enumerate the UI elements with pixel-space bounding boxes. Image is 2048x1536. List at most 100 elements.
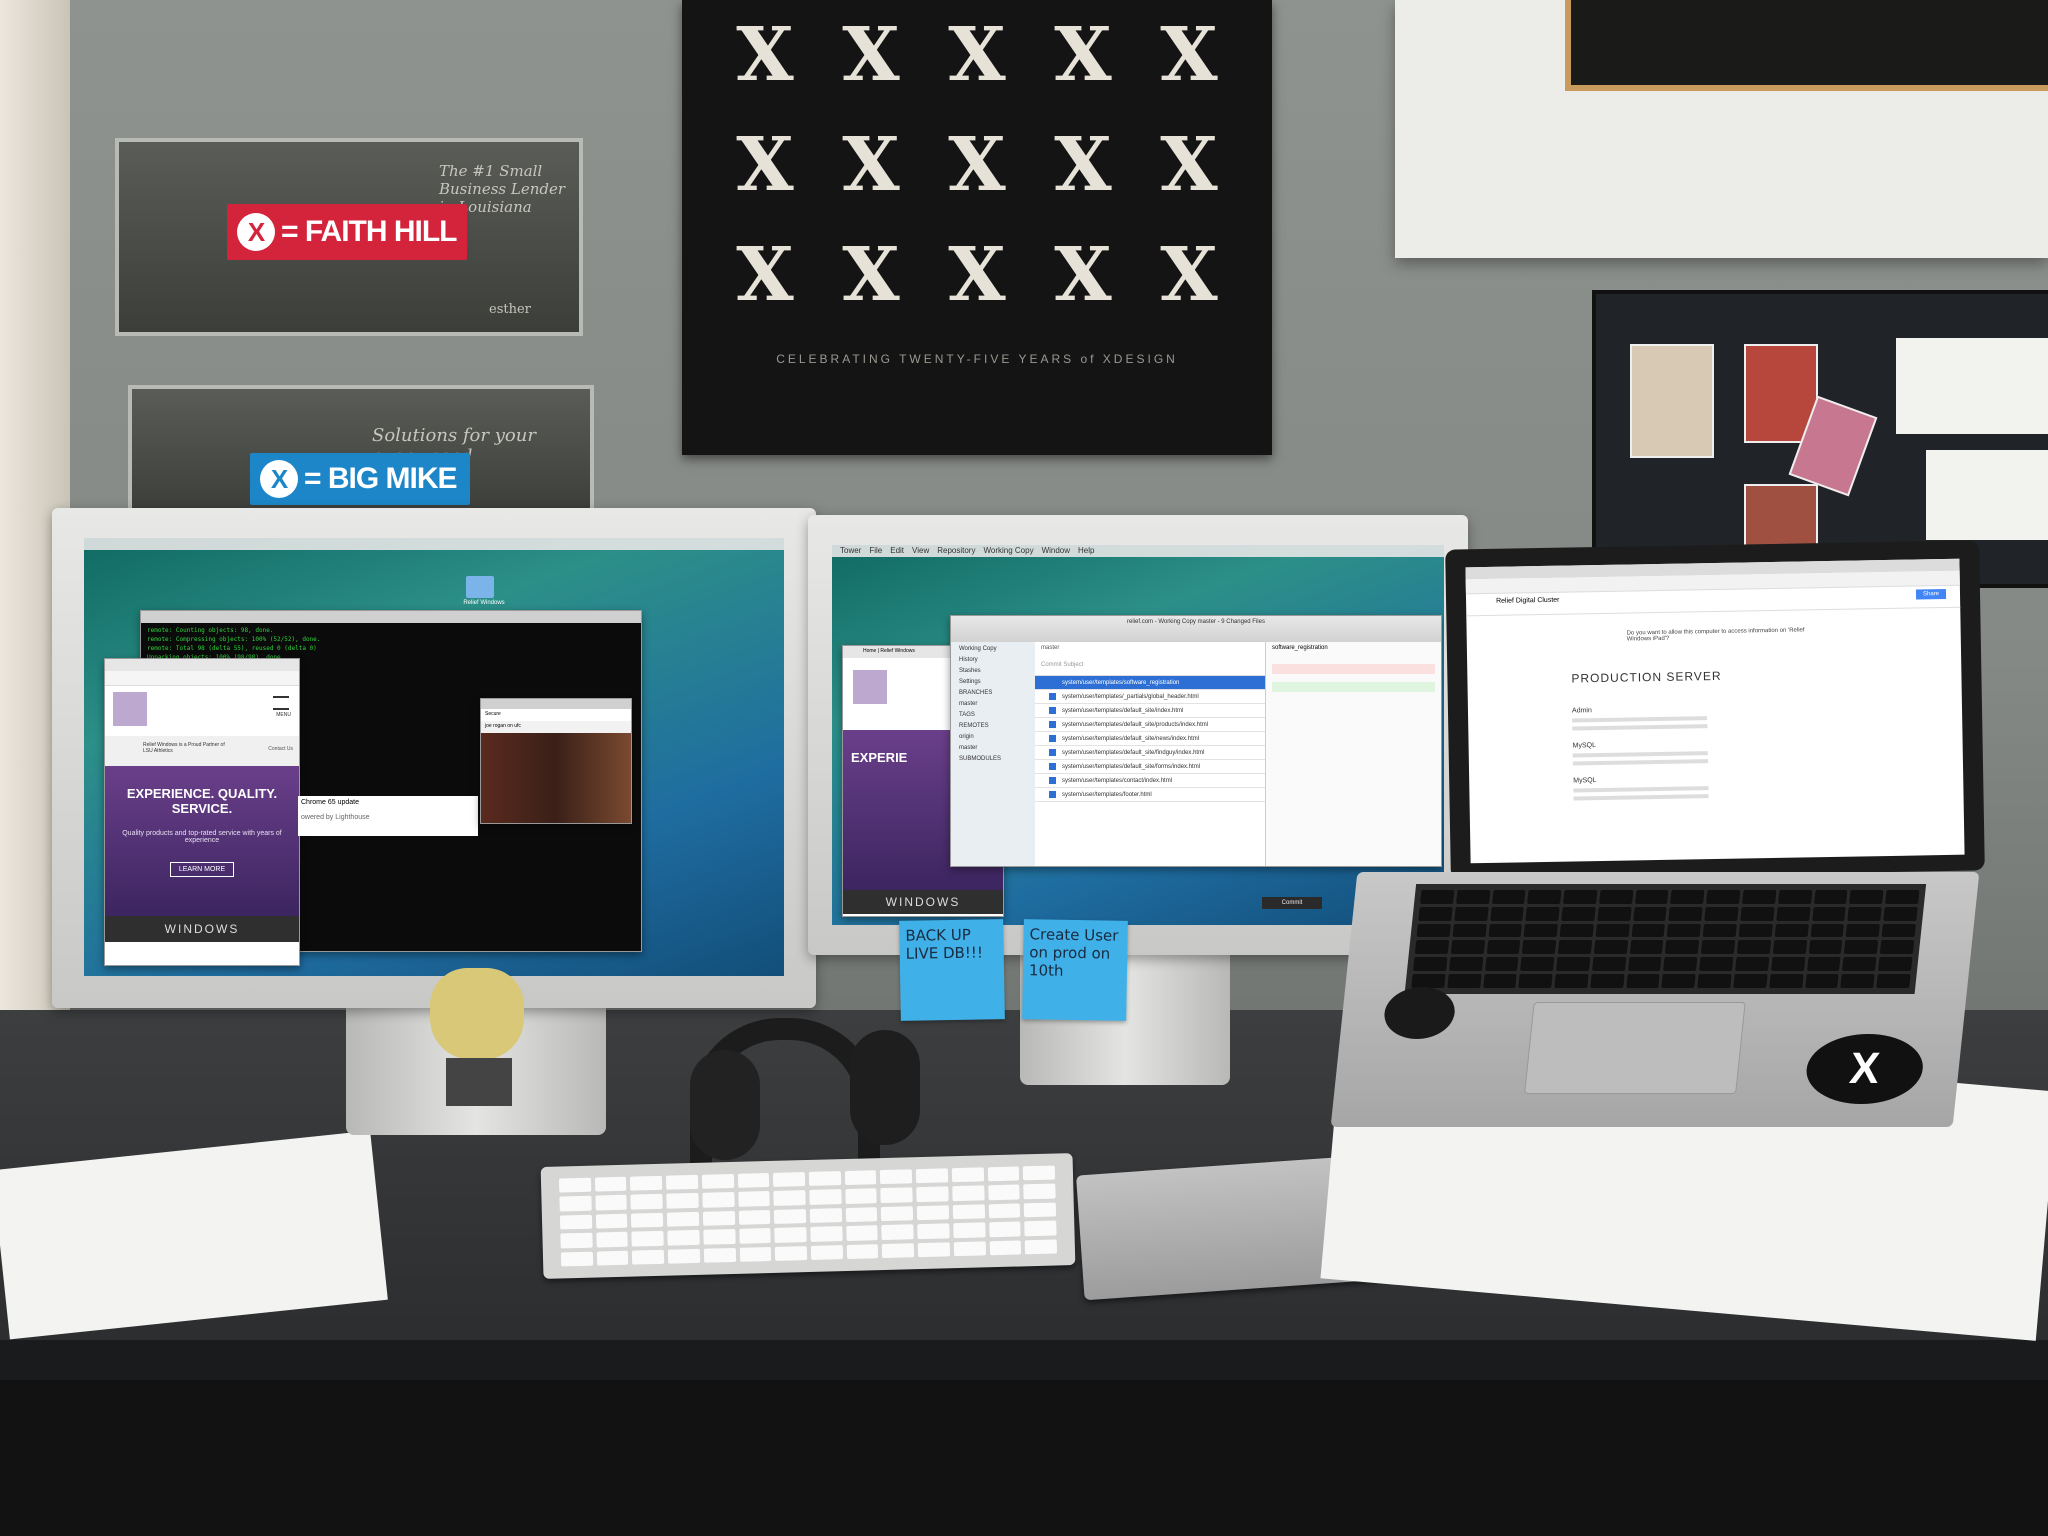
laptop-key[interactable] [1411,974,1446,988]
laptop-key[interactable] [1454,906,1489,921]
keyboard-key[interactable] [988,1203,1021,1219]
laptop-key[interactable] [1849,890,1884,904]
menu-item[interactable]: View [912,546,929,555]
checkbox-icon[interactable] [1049,679,1056,686]
laptop-key[interactable] [1527,890,1562,904]
menu-item[interactable]: Edit [890,546,904,555]
laptop-key[interactable] [1736,940,1772,955]
laptop-key[interactable] [1488,923,1523,938]
keyboard-key[interactable] [917,1241,950,1258]
laptop-key[interactable] [1733,974,1768,988]
keyboard-key[interactable] [666,1193,699,1209]
keyboard-key[interactable] [845,1225,879,1241]
laptop-key[interactable] [1776,906,1811,921]
share-button[interactable]: Share [1915,588,1947,600]
laptop-key[interactable] [1412,957,1448,972]
laptop-key[interactable] [1772,940,1807,955]
keyboard-key[interactable] [882,1242,915,1259]
changed-file-row[interactable]: system/user/templates/footer.html [1035,788,1265,802]
keyboard-key[interactable] [916,1205,949,1221]
laptop-key[interactable] [1777,890,1813,904]
laptop-key[interactable] [1484,957,1519,972]
video-player[interactable] [481,733,631,823]
menu-item[interactable]: Repository [937,546,975,555]
contact-link[interactable]: Contact Us [268,746,293,752]
keyboard-key[interactable] [881,1224,914,1240]
folder-icon[interactable] [466,576,494,598]
laptop-key[interactable] [1455,890,1491,904]
keyboard-key[interactable] [738,1228,771,1244]
keyboard-key[interactable] [775,1245,808,1261]
laptop-key[interactable] [1450,940,1485,955]
changed-file-row[interactable]: system/user/templates/default_site/forms… [1035,760,1265,774]
file-list-pane[interactable]: master Commit Subject system/user/templa… [1035,642,1266,866]
laptop-key[interactable] [1844,940,1879,955]
laptop-key[interactable] [1597,906,1632,921]
laptop-key[interactable] [1627,957,1662,972]
laptop-key[interactable] [1663,957,1698,972]
keyboard-key[interactable] [1023,1183,1056,1200]
laptop-key[interactable] [1667,923,1702,938]
laptop-key[interactable] [1489,906,1525,921]
keyboard-key[interactable] [953,1222,986,1238]
laptop-key[interactable] [1738,923,1773,938]
menu-item[interactable]: Help [1078,546,1094,555]
keyboard-key[interactable] [809,1189,842,1205]
laptop-key[interactable] [1491,890,1526,904]
address-bar[interactable]: Secure [481,709,631,721]
laptop-key[interactable] [1554,974,1589,988]
laptop-key[interactable] [1448,957,1483,972]
git-sidebar[interactable]: Working Copy History Stashes Settings BRANCH… [951,642,1035,866]
keyboard-key[interactable] [774,1208,807,1225]
keyboard-key[interactable] [810,1244,843,1260]
keyboard-key[interactable] [630,1175,663,1192]
keyboard-key[interactable] [881,1206,914,1222]
laptop-key[interactable] [1697,974,1732,988]
changed-files-list[interactable]: system/user/templates/software_registrat… [1035,676,1265,802]
keyboard-key[interactable] [844,1170,877,1186]
sidebar-item[interactable]: SUBMODULES [951,756,1035,767]
laptop-key[interactable] [1845,923,1881,938]
laptop-key[interactable] [1770,957,1806,972]
laptop-key[interactable] [1878,957,1913,972]
laptop-trackpad[interactable] [1524,1002,1746,1094]
menu-item[interactable]: Window [1042,546,1070,555]
keyboard-key[interactable] [737,1191,771,1207]
laptop-key[interactable] [1557,940,1593,955]
keyboard-key[interactable] [701,1173,734,1190]
keyboard-key[interactable] [559,1214,592,1230]
laptop-key[interactable] [1590,974,1625,988]
laptop-keyboard[interactable] [1404,884,1927,994]
laptop-key[interactable] [1699,957,1734,972]
laptop-key[interactable] [1563,890,1598,904]
menu-item[interactable]: Working Copy [983,546,1033,555]
laptop-key[interactable] [1704,906,1739,921]
keyboard-key[interactable] [667,1230,700,1246]
sidebar-item[interactable]: BRANCHES [951,690,1035,701]
laptop-key[interactable] [1811,906,1847,921]
laptop-key[interactable] [1591,957,1627,972]
laptop-key[interactable] [1561,906,1596,921]
changed-file-row[interactable]: system/user/templates/contact/index.html [1035,774,1265,788]
changed-file-row[interactable]: system/user/templates/default_site/index… [1035,704,1265,718]
keyboard-key[interactable] [808,1171,841,1187]
commit-button[interactable]: Commit [1262,897,1322,909]
keyboard-key[interactable] [951,1167,984,1183]
changed-file-row[interactable]: system/user/templates/default_site/produ… [1035,718,1265,732]
keyboard-key[interactable] [739,1246,772,1262]
keyboard-key[interactable] [560,1251,593,1267]
changed-file-row[interactable]: system/user/templates/default_site/news/… [1035,732,1265,746]
keyboard-key[interactable] [953,1240,986,1257]
laptop-key[interactable] [1842,957,1877,972]
laptop-key[interactable] [1631,923,1666,938]
keyboard-key[interactable] [702,1210,735,1226]
laptop-key[interactable] [1840,974,1875,988]
laptop-key[interactable] [1446,974,1482,988]
laptop-key[interactable] [1486,940,1521,955]
keyboard-key[interactable] [702,1192,735,1208]
sidebar-item[interactable]: master [951,701,1035,712]
keyboard-key[interactable] [631,1212,664,1228]
laptop-key[interactable] [1593,940,1628,955]
changed-file-row[interactable]: system/user/templates/_partials/global_h… [1035,690,1265,704]
apple-keyboard[interactable] [540,1153,1076,1279]
